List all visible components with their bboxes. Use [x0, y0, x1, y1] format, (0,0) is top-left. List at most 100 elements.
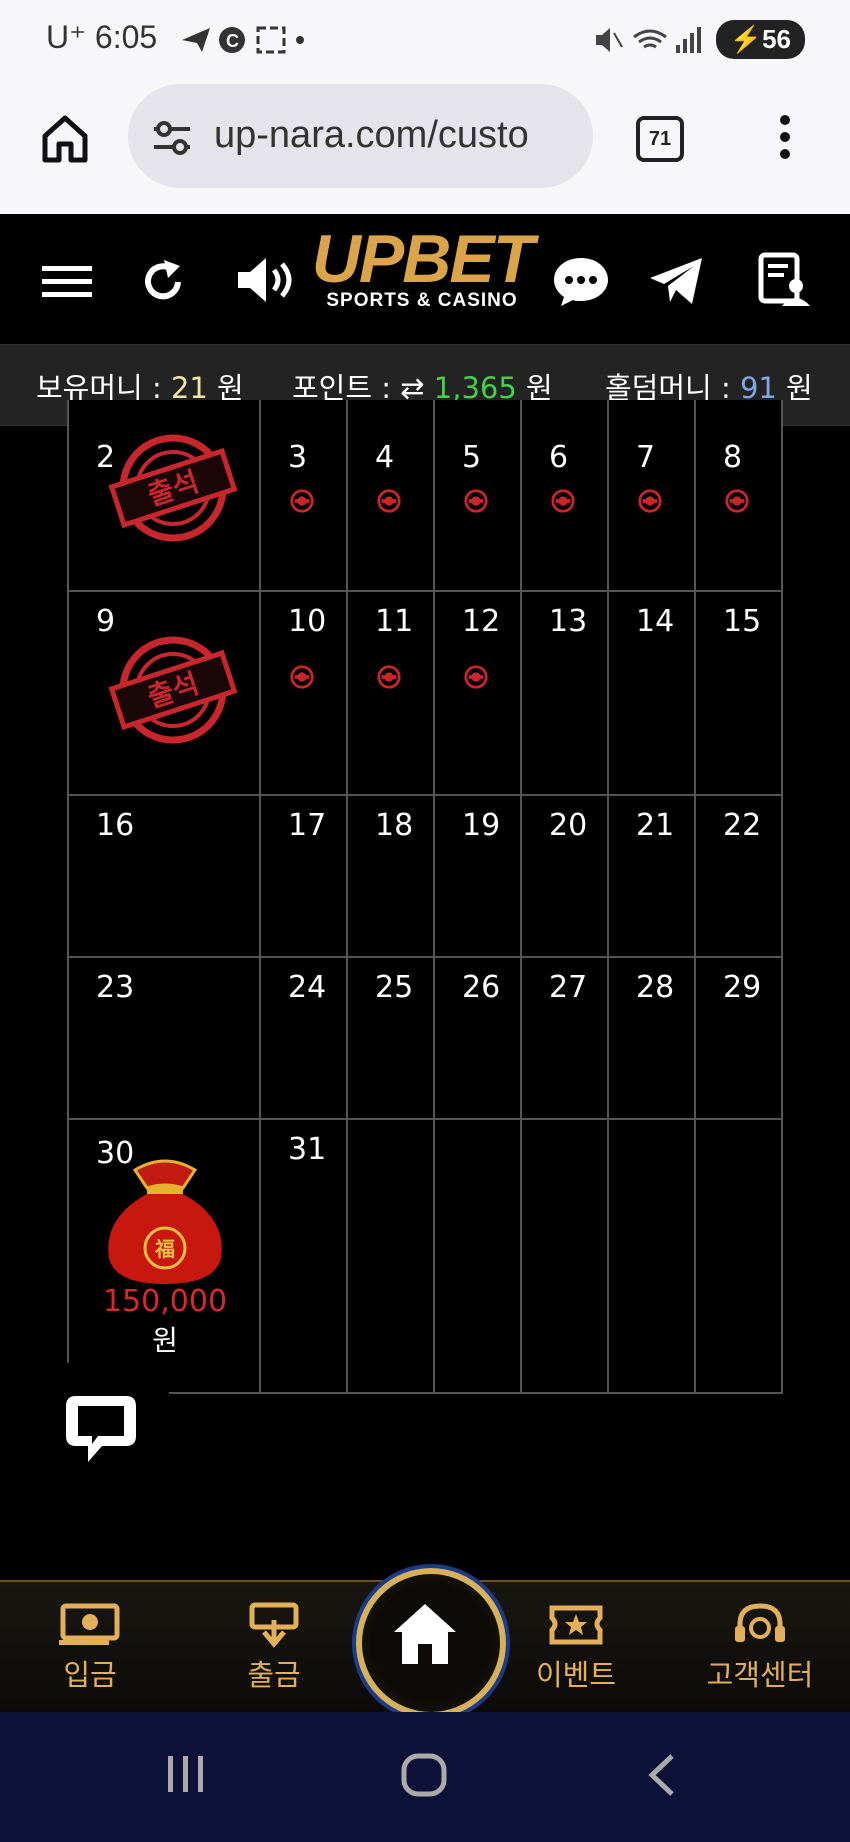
mute-icon — [595, 27, 610, 52]
tab-switcher-button[interactable]: 71 — [636, 116, 684, 162]
house-icon — [394, 1604, 456, 1664]
calendar-day-cell: 18 — [348, 796, 435, 958]
address-bar[interactable]: up-nara.com/custo — [128, 84, 593, 188]
calendar-day-cell: 9 출석 — [67, 592, 261, 796]
browser-toolbar: up-nara.com/custo 71 — [0, 80, 850, 214]
calendar-day-number: 18 — [375, 808, 414, 843]
system-home-icon[interactable] — [400, 1752, 448, 1798]
calendar-day-number: 29 — [723, 970, 762, 1005]
calendar-day-cell: 3 — [261, 400, 348, 592]
calendar-day-number: 23 — [96, 970, 135, 1005]
calendar-day-cell: 14 — [609, 592, 696, 796]
calendar-day-cell — [435, 1120, 522, 1394]
calendar-day-cell — [522, 1120, 609, 1394]
attendance-coin-icon — [464, 489, 488, 513]
refresh-icon[interactable] — [140, 258, 186, 304]
back-icon[interactable] — [644, 1752, 680, 1798]
calendar-day-cell: 19 — [435, 796, 522, 958]
calendar-day-cell: 21 — [609, 796, 696, 958]
calendar-day-number: 17 — [288, 808, 327, 843]
withdraw-tab[interactable]: 출금 — [214, 1602, 334, 1694]
attendance-coin-icon — [464, 665, 488, 689]
calendar-day-cell: 11 — [348, 592, 435, 796]
telegram-icon[interactable] — [648, 256, 704, 306]
withdraw-label: 출금 — [247, 1658, 301, 1692]
calendar-day-number: 31 — [288, 1132, 327, 1167]
calendar-day-number: 22 — [723, 808, 762, 843]
calendar-day-number: 20 — [549, 808, 588, 843]
attendance-coin-icon — [725, 489, 749, 513]
calendar-day-cell: 22 — [696, 796, 783, 958]
deposit-icon — [59, 1603, 120, 1645]
attendance-coin-icon — [377, 489, 401, 513]
svg-text:C: C — [226, 31, 239, 51]
home-button[interactable] — [356, 1568, 506, 1718]
telegram-icon — [182, 28, 210, 52]
deposit-label: 입금 — [63, 1658, 117, 1692]
support-label: 고객센터 — [706, 1658, 814, 1692]
calendar-day-number: 25 — [375, 970, 414, 1005]
calendar-day-cell: 20 — [522, 796, 609, 958]
wifi-icon — [632, 29, 667, 48]
chat-icon[interactable] — [552, 254, 610, 308]
attendance-stamp: 출석 — [108, 636, 238, 744]
calendar-day-number: 11 — [375, 604, 414, 639]
calendar-day-cell: 26 — [435, 958, 522, 1120]
calendar-day-number: 13 — [549, 604, 588, 639]
calendar-day-cell: 12 — [435, 592, 522, 796]
event-tab[interactable]: 이벤트 — [516, 1602, 636, 1694]
home-icon[interactable] — [40, 114, 90, 164]
calendar-day-cell: 16 — [67, 796, 261, 958]
calendar-day-number: 8 — [723, 440, 743, 475]
status-bar: U⁺ 6:05 C ⚡56 — [0, 0, 850, 80]
more-menu-icon[interactable] — [778, 114, 792, 160]
calendar-day-cell: 5 — [435, 400, 522, 592]
calendar-day-cell: 4 — [348, 400, 435, 592]
attendance-stamp: 출석 — [108, 434, 238, 542]
calendar-day-number: 6 — [549, 440, 569, 475]
calendar-day-cell: 13 — [522, 592, 609, 796]
calendar-day-number: 16 — [96, 808, 135, 843]
calendar-grid: 2 출석 3 4 5 6 7 8 9 출석 10 11 12 13 14 15 16 17 18 19 20 21 22 23… — [67, 400, 783, 1394]
calendar-day-number: 26 — [462, 970, 501, 1005]
calendar-day-cell: 10 — [261, 592, 348, 796]
headset-icon — [735, 1603, 785, 1642]
calendar-day-number: 12 — [462, 604, 501, 639]
recent-apps-icon[interactable] — [164, 1752, 208, 1796]
attendance-coin-icon — [638, 489, 662, 513]
calendar-day-number: 24 — [288, 970, 327, 1005]
calendar-day-number: 7 — [636, 440, 656, 475]
withdraw-icon — [249, 1602, 299, 1648]
system-nav-bar — [0, 1712, 850, 1842]
calendar-day-cell: 30 福 150,000 원 — [67, 1120, 261, 1394]
calendar-day-cell — [609, 1120, 696, 1394]
hamburger-menu-icon[interactable] — [42, 264, 92, 300]
clock: U⁺ 6:05 — [46, 19, 158, 55]
screenshot-icon — [256, 26, 286, 54]
event-ticket-icon — [549, 1605, 603, 1645]
calendar-day-cell: 27 — [522, 958, 609, 1120]
site-logo[interactable]: UPBET SPORTS & CASINO — [282, 224, 562, 312]
reward-bag[interactable]: 福 150,000 원 — [95, 1148, 235, 1359]
attendance-coin-icon — [290, 489, 314, 513]
site-settings-icon[interactable] — [152, 120, 192, 156]
calendar-day-cell — [696, 1120, 783, 1394]
calendar-day-cell: 15 — [696, 592, 783, 796]
calendar-day-number: 19 — [462, 808, 501, 843]
deposit-tab[interactable]: 입금 — [30, 1602, 150, 1694]
live-chat-button[interactable] — [22, 1356, 180, 1506]
site-header: UPBET SPORTS & CASINO — [0, 214, 850, 344]
calendar-day-number: 28 — [636, 970, 675, 1005]
calendar-day-cell: 2 출석 — [67, 400, 261, 592]
calendar-day-number: 14 — [636, 604, 675, 639]
calendar-day-cell: 24 — [261, 958, 348, 1120]
calendar-day-cell: 25 — [348, 958, 435, 1120]
attendance-coin-icon — [551, 489, 575, 513]
attendance-coin-icon — [290, 665, 314, 689]
my-page-icon[interactable] — [758, 252, 810, 308]
calendar-day-number: 3 — [288, 440, 308, 475]
calendar-day-cell: 23 — [67, 958, 261, 1120]
attendance-calendar: 2 출석 3 4 5 6 7 8 9 출석 10 11 12 13 14 15 16 17 18 19 20 21 22 23… — [67, 400, 783, 1394]
chat-bubble-icon — [66, 1396, 136, 1462]
support-tab[interactable]: 고객센터 — [700, 1602, 820, 1694]
